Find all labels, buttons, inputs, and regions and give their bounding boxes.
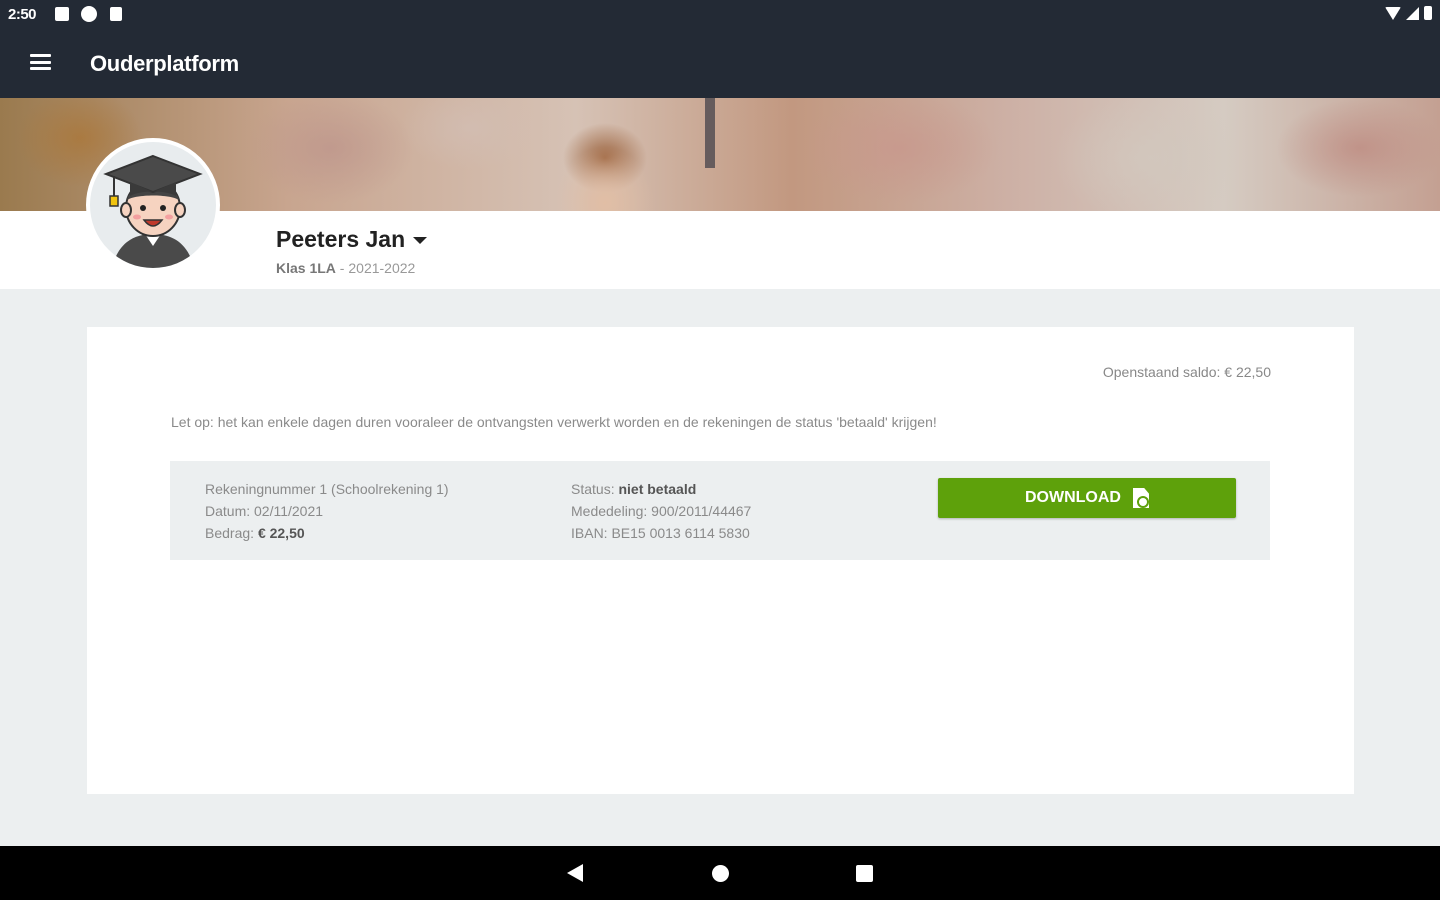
class-separator: -: [335, 260, 349, 276]
invoice-row: Rekeningnummer 1 (Schoolrekening 1) Datu…: [170, 461, 1270, 560]
recents-icon[interactable]: [856, 865, 873, 882]
wifi-icon: [1385, 6, 1401, 20]
sd-card-icon: [110, 7, 122, 21]
notification-icon: [55, 7, 69, 21]
app-title: Ouderplatform: [90, 51, 239, 76]
invoice-date: Datum: 02/11/2021: [205, 503, 324, 519]
status-bar: 2:50: [0, 0, 1440, 30]
class-label: Klas 1LA: [276, 260, 336, 276]
back-icon[interactable]: [567, 864, 583, 882]
invoice-status: Status: niet betaald: [571, 481, 697, 497]
pdf-file-icon: [1132, 488, 1149, 508]
status-time: 2:50: [8, 6, 37, 23]
caret-down-icon: [413, 237, 428, 244]
student-class-info: Klas 1LA - 2021-2022: [276, 260, 415, 276]
battery-icon: [1424, 6, 1432, 20]
graduate-avatar-icon: [86, 138, 220, 272]
download-button[interactable]: DOWNLOAD: [938, 478, 1236, 518]
student-selector[interactable]: Peeters Jan: [276, 226, 428, 253]
outstanding-balance: Openstaand saldo: € 22,50: [1102, 364, 1271, 380]
invoices-card: Openstaand saldo: € 22,50 Let op: het ka…: [87, 327, 1354, 794]
signal-icon: [1406, 6, 1419, 20]
school-year: 2021-2022: [348, 260, 416, 276]
invoice-reference: Mededeling: 900/2011/44467: [571, 503, 752, 519]
student-name: Peeters Jan: [276, 226, 406, 252]
home-icon[interactable]: [712, 865, 729, 882]
system-nav-bar: [0, 846, 1440, 900]
invoice-details: Rekeningnummer 1 (Schoolrekening 1) Datu…: [205, 478, 449, 544]
parking-icon: [81, 6, 97, 22]
payment-notice: Let op: het kan enkele dagen duren voora…: [171, 414, 937, 430]
download-label: DOWNLOAD: [1025, 489, 1121, 506]
invoice-iban: IBAN: BE15 0013 6114 5830: [571, 525, 750, 541]
invoice-title: Rekeningnummer 1 (Schoolrekening 1): [205, 481, 449, 497]
app-bar: Ouderplatform: [0, 30, 1440, 98]
status-right-icons: [1385, 6, 1432, 20]
hamburger-icon[interactable]: [30, 54, 51, 70]
invoice-amount: Bedrag: € 22,50: [205, 525, 305, 541]
invoice-payment-info: Status: niet betaald Mededeling: 900/201…: [571, 478, 751, 544]
